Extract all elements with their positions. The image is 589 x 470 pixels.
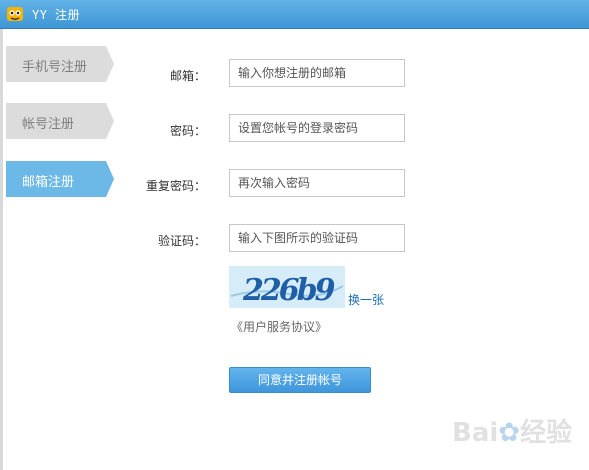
- password-field-box: [229, 114, 405, 142]
- email-label: 邮箱：: [169, 69, 206, 83]
- tab-label: 邮箱注册: [22, 175, 75, 190]
- tab-email-register[interactable]: 邮箱注册: [6, 161, 114, 197]
- email-input[interactable]: [238, 61, 398, 85]
- captcha-text: 226b9: [242, 273, 336, 308]
- tab-account-register[interactable]: 帐号注册: [6, 103, 114, 139]
- captcha-field-box: [229, 224, 405, 252]
- confirm-field-box: [229, 169, 405, 197]
- window-title: YY 注册: [32, 8, 81, 22]
- yy-logo-icon: [7, 7, 23, 21]
- left-edge: [0, 29, 3, 470]
- captcha-input[interactable]: [238, 226, 398, 250]
- tab-phone-register[interactable]: 手机号注册: [6, 46, 114, 82]
- tab-label: 手机号注册: [22, 60, 88, 75]
- captcha-graphic: 226b9: [230, 273, 344, 308]
- agree-register-button[interactable]: 同意并注册帐号: [229, 367, 371, 393]
- tab-label: 帐号注册: [22, 117, 75, 132]
- password-input[interactable]: [238, 116, 398, 140]
- captcha-label: 验证码：: [157, 234, 206, 248]
- title-bar[interactable]: YY 注册: [0, 0, 589, 29]
- confirm-password-label: 重复密码：: [145, 179, 206, 193]
- baidu-watermark-logo: Bai✿经验: [452, 418, 573, 448]
- email-field-box: [229, 59, 405, 87]
- confirm-password-input[interactable]: [238, 171, 398, 195]
- refresh-captcha-link[interactable]: 换一张: [348, 291, 384, 308]
- captcha-image[interactable]: 226b9: [229, 266, 345, 308]
- user-agreement-link[interactable]: 《用户服务协议》: [231, 318, 327, 335]
- password-label: 密码：: [169, 124, 206, 138]
